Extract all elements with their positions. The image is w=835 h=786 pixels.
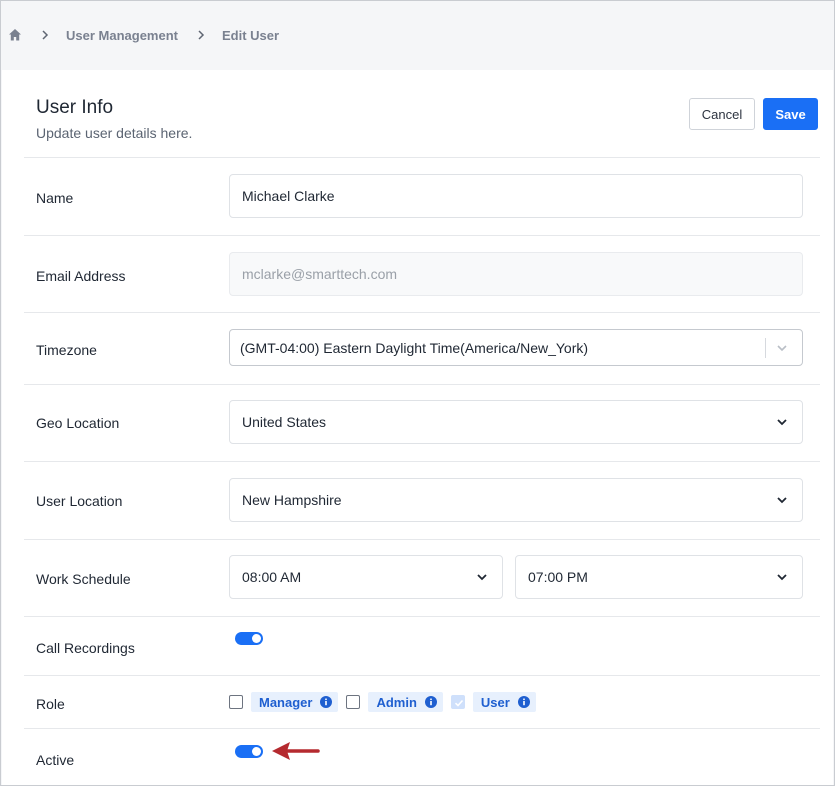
breadcrumb-user-management[interactable]: User Management [66, 28, 178, 43]
timezone-value: (GMT-04:00) Eastern Daylight Time(Americ… [240, 339, 589, 356]
user-location-label: User Location [36, 493, 123, 509]
user-location-value: New Hampshire [242, 492, 342, 508]
user-info-card: User Info Update user details here. Canc… [2, 70, 833, 786]
info-icon[interactable] [424, 696, 437, 708]
active-toggle[interactable] [235, 745, 263, 758]
timezone-label: Timezone [36, 342, 97, 358]
chevron-down-icon[interactable] [776, 494, 788, 506]
cancel-button[interactable]: Cancel [689, 98, 755, 130]
select-divider [765, 337, 766, 358]
annotation-arrow-icon [272, 742, 320, 760]
work-schedule-row: Work Schedule 08:00 AM 07:00 PM [24, 540, 820, 617]
role-admin-label: Admin [376, 694, 417, 710]
chevron-right-icon [42, 30, 49, 40]
role-admin-checkbox[interactable] [346, 695, 361, 709]
name-value: Michael Clarke [242, 188, 335, 204]
timezone-row: Timezone (GMT-04:00) Eastern Daylight Ti… [24, 313, 820, 385]
role-manager-label: Manager [259, 694, 313, 710]
checkmark-icon [454, 699, 464, 707]
email-value: mclarke@smarttech.com [242, 266, 398, 282]
geo-location-row: Geo Location United States [24, 385, 820, 462]
user-location-select[interactable]: New Hampshire [229, 478, 803, 522]
save-button[interactable]: Save [763, 98, 818, 130]
active-row: Active [24, 729, 820, 786]
name-label: Name [36, 190, 74, 206]
geo-location-label: Geo Location [36, 415, 120, 431]
work-start-select[interactable]: 08:00 AM [229, 555, 503, 599]
email-label: Email Address [36, 268, 126, 284]
call-recordings-row: Call Recordings [24, 617, 820, 676]
timezone-select[interactable]: (GMT-04:00) Eastern Daylight Time(Americ… [229, 329, 803, 366]
toggle-knob [252, 747, 261, 756]
role-label: Role [36, 696, 65, 712]
role-user-badge: User [472, 692, 536, 712]
email-row: Email Address mclarke@smarttech.com [24, 236, 820, 313]
toggle-knob [252, 634, 261, 643]
breadcrumb: User Management Edit User [0, 0, 835, 70]
geo-location-value: United States [242, 414, 327, 430]
name-input[interactable]: Michael Clarke [229, 174, 803, 218]
call-recordings-toggle[interactable] [235, 632, 263, 645]
user-location-row: User Location New Hampshire [24, 462, 820, 540]
geo-location-select[interactable]: United States [229, 400, 803, 444]
chevron-down-icon[interactable] [776, 416, 788, 428]
email-field: mclarke@smarttech.com [229, 252, 803, 296]
info-icon[interactable] [320, 696, 333, 708]
work-end-value: 07:00 PM [528, 569, 588, 585]
page-subtitle: Update user details here. [36, 125, 193, 141]
role-row: Role Manager Admin User [24, 676, 820, 729]
chevron-right-icon [198, 30, 205, 40]
role-manager-checkbox[interactable] [229, 695, 243, 709]
role-user-label: User [480, 694, 510, 710]
chevron-down-icon[interactable] [776, 571, 788, 583]
work-schedule-label: Work Schedule [36, 571, 131, 587]
page-title: User Info [36, 97, 114, 118]
role-user-checkbox[interactable] [450, 695, 465, 709]
active-label: Active [36, 752, 75, 768]
role-manager-badge: Manager [251, 692, 339, 712]
role-admin-badge: Admin [368, 692, 443, 712]
chevron-down-icon[interactable] [776, 342, 788, 354]
card-header: User Info Update user details here. Canc… [24, 70, 820, 158]
work-end-select[interactable]: 07:00 PM [515, 555, 803, 599]
info-icon[interactable] [517, 696, 530, 708]
breadcrumb-edit-user: Edit User [221, 27, 280, 43]
home-icon[interactable] [8, 28, 22, 42]
chevron-down-icon[interactable] [476, 571, 488, 583]
call-recordings-label: Call Recordings [36, 640, 135, 656]
role-options: Manager Admin User [229, 692, 544, 712]
work-start-value: 08:00 AM [242, 569, 302, 585]
name-row: Name Michael Clarke [24, 158, 820, 236]
